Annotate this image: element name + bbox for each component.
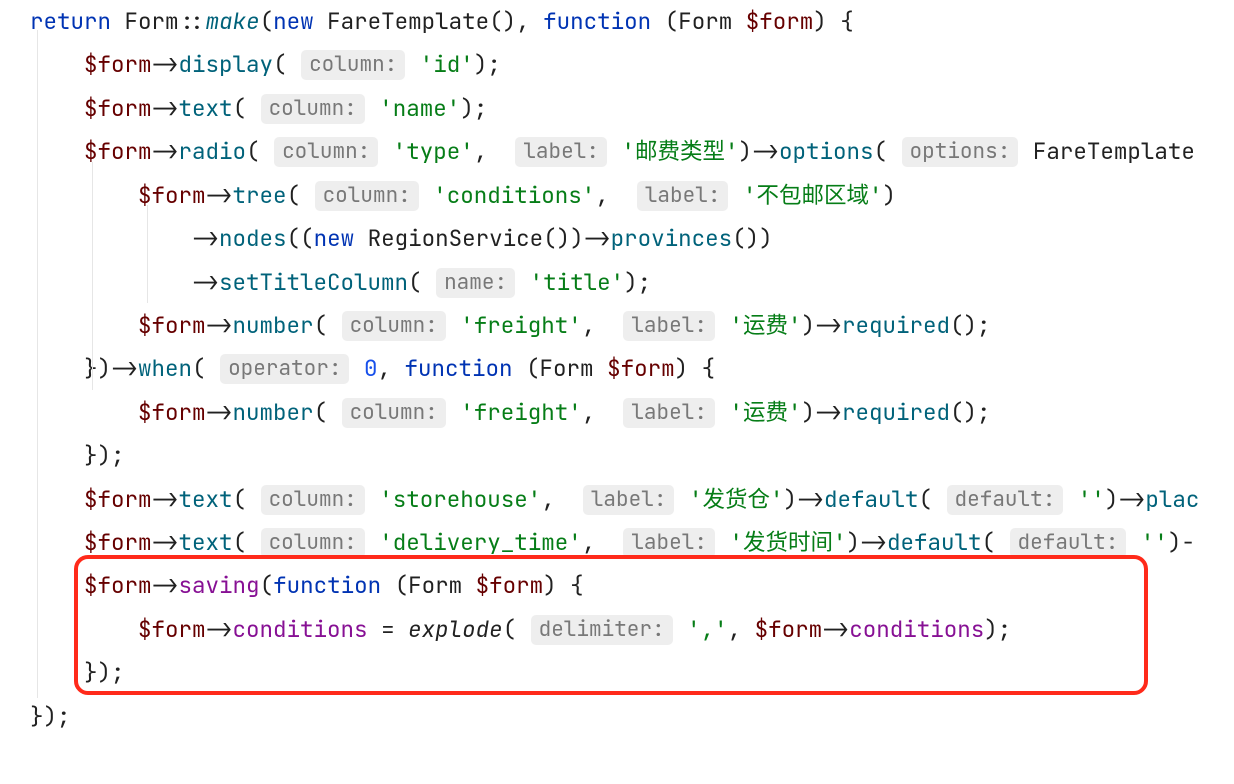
code-line: $form->number( column: 'freight', label:… — [30, 391, 1234, 434]
indent-guide — [37, 30, 38, 698]
function-explode: explode — [408, 614, 503, 644]
keyword-return: return — [30, 6, 111, 36]
method-provinces: provinces — [611, 223, 733, 253]
param-hint-label: label: — [515, 137, 607, 167]
string-comma: ',' — [687, 614, 728, 644]
method-number: number — [233, 397, 314, 427]
class-faretemplate: FareTemplate — [327, 6, 489, 36]
string-delivery-time-cn: '发货时间' — [729, 527, 846, 557]
code-line: $form->text( column: 'name'); — [30, 87, 1234, 130]
method-nodes: nodes — [219, 223, 287, 253]
method-radio: radio — [179, 136, 247, 166]
var-form: $form — [746, 6, 814, 36]
string-delivery-time: 'delivery_time' — [379, 527, 582, 557]
method-settitlecolumn: setTitleColumn — [219, 267, 408, 297]
indent-guide — [147, 205, 148, 303]
class-form: Form — [125, 6, 179, 36]
method-make: make — [206, 6, 260, 36]
method-tree: tree — [233, 180, 287, 210]
param-hint-column: column: — [274, 137, 378, 167]
string-title: 'title' — [530, 267, 625, 297]
string-name: 'name' — [379, 93, 460, 123]
param-hint-column: column: — [315, 181, 419, 211]
code-line: $form->text( column: 'storehouse', label… — [30, 478, 1234, 521]
code-line: return Form::make(new FareTemplate(), fu… — [30, 0, 1234, 43]
string-storehouse-cn: '发货仓' — [689, 484, 784, 514]
param-hint-delimiter: delimiter: — [531, 615, 673, 645]
param-hint-label: label: — [637, 181, 729, 211]
code-line: $form->text( column: 'delivery_time', la… — [30, 521, 1234, 564]
string-empty: '' — [1078, 484, 1105, 514]
method-number: number — [233, 310, 314, 340]
param-hint-options: options: — [902, 137, 1019, 167]
method-saving: saving — [179, 570, 260, 600]
class-regionservice: RegionService — [368, 223, 544, 253]
code-line: $form->saving(function (Form $form) { — [30, 564, 1234, 607]
code-line: $form->number( column: 'freight', label:… — [30, 304, 1234, 347]
code-line: }); — [30, 651, 1234, 694]
keyword-new: new — [273, 6, 314, 36]
property-conditions: conditions — [233, 614, 368, 644]
method-display: display — [179, 49, 274, 79]
param-hint-default: default: — [947, 485, 1064, 515]
method-required: required — [842, 310, 950, 340]
method-plac: plac — [1145, 484, 1199, 514]
code-line: })->when( operator: 0, function (Form $f… — [30, 347, 1234, 390]
number-zero: 0 — [364, 353, 378, 383]
code-line: }); — [30, 434, 1234, 477]
code-line: $form->radio( column: 'type', label: '邮费… — [30, 130, 1234, 173]
string-type: 'type' — [393, 136, 474, 166]
string-freight-cn: '运费' — [729, 310, 801, 340]
param-hint-label: label: — [623, 311, 715, 341]
param-hint-column: column: — [342, 398, 446, 428]
code-line: $form->tree( column: 'conditions', label… — [30, 174, 1234, 217]
param-hint-name: name: — [436, 268, 515, 298]
param-hint-label: label: — [623, 398, 715, 428]
string-storehouse: 'storehouse' — [379, 484, 541, 514]
param-hint-operator: operator: — [220, 354, 349, 384]
string-postage-type: '邮费类型' — [621, 136, 738, 166]
method-text: text — [179, 93, 233, 123]
code-line: ->setTitleColumn( name: 'title'); — [30, 261, 1234, 304]
param-hint-column: column: — [261, 94, 365, 124]
param-hint-column: column: — [301, 50, 405, 80]
keyword-function: function — [543, 6, 651, 36]
code-line: $form->conditions = explode( delimiter: … — [30, 608, 1234, 651]
method-default: default — [824, 484, 919, 514]
code-editor[interactable]: return Form::make(new FareTemplate(), fu… — [0, 0, 1234, 738]
method-when: when — [138, 353, 192, 383]
string-no-ship-region: '不包邮区域' — [743, 180, 883, 210]
code-line: }); — [30, 695, 1234, 738]
param-hint-column: column: — [342, 311, 446, 341]
method-options: options — [779, 136, 874, 166]
string-conditions: 'conditions' — [433, 180, 595, 210]
code-line: $form->display( column: 'id'); — [30, 43, 1234, 86]
string-freight: 'freight' — [460, 310, 582, 340]
string-id: 'id' — [420, 49, 474, 79]
indent-guide — [92, 162, 93, 390]
code-line: ->nodes((new RegionService())->provinces… — [30, 217, 1234, 260]
